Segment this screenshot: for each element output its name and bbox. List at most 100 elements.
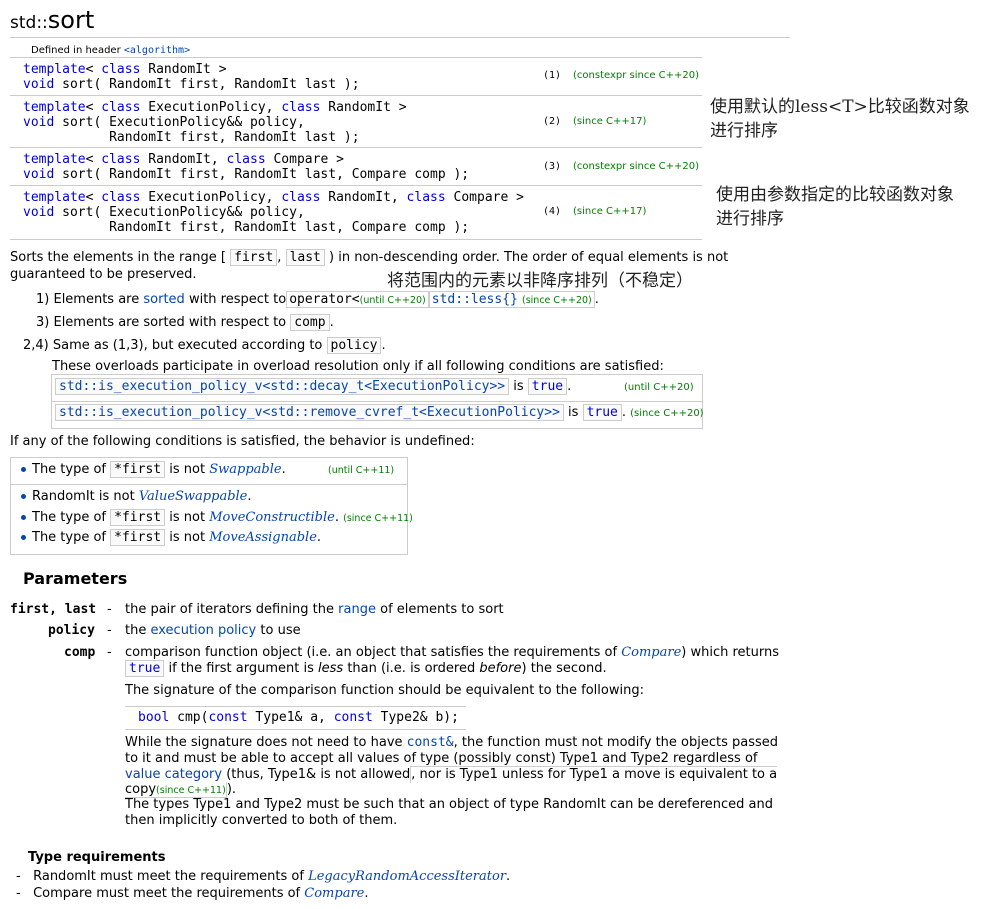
req-period: . — [364, 886, 369, 901]
code-policy: policy — [326, 337, 382, 354]
bullet-icon — [21, 535, 26, 540]
link-sorted[interactable]: sorted — [143, 292, 184, 307]
code-bool: bool — [138, 710, 170, 725]
desc-text: ) in non-descending order. The order of … — [329, 250, 729, 265]
link-compare[interactable]: Compare — [621, 645, 681, 660]
ub-text: is not — [169, 462, 206, 477]
link-compare-req[interactable]: Compare — [304, 886, 364, 901]
desc-item-3: 3) Elements are sorted with respect to c… — [36, 314, 334, 331]
desc-item-1: 1) Elements are sorted with respect to op… — [36, 291, 599, 308]
code-last: last — [285, 249, 325, 266]
decl-3-note: (constexpr since C++20) — [573, 161, 700, 172]
version-box-operator: operator<(until C++20) — [286, 291, 429, 308]
desc-comma: , — [277, 250, 282, 265]
note-since-cpp11: (since C++11) — [156, 785, 226, 796]
param-text: comparison function object (i.e. an obje… — [125, 645, 618, 660]
code-const: const — [333, 710, 373, 725]
type-requirements-heading: Type requirements — [28, 850, 166, 865]
param-comp-types-line2: then implicitly converted to both of the… — [125, 813, 398, 828]
conditions-divider — [51, 401, 702, 402]
link-moveconstructible[interactable]: MoveConstructible — [209, 510, 335, 525]
param-text: , nor is Type1 unless for Type1 a move i… — [411, 767, 778, 782]
code-comp: comp — [290, 314, 330, 331]
ub-item-swappable: The type of *first is not Swappable. — [21, 461, 286, 478]
decl-rule-2 — [10, 147, 702, 148]
ub-item-valueswappable: RandomIt is not ValueSwappable. — [21, 489, 252, 504]
decl-2-num: (2) — [543, 116, 562, 127]
param-comp-note-line4: copy(since C++11)). — [125, 782, 237, 798]
code-deref-first: *first — [110, 509, 166, 526]
decl-rule-1 — [10, 95, 702, 96]
param-comp-note-line2: to it and must be able to accept all val… — [125, 751, 758, 766]
decl-3-num: (3) — [543, 161, 562, 172]
header-link[interactable]: <algorithm> — [124, 45, 190, 56]
header-note-text: Defined in header — [31, 45, 124, 56]
type-req-randomit: - RandomIt must meet the requirements of… — [16, 869, 510, 884]
condition-2-note: (since C++20) — [630, 408, 704, 419]
version-box: , nor is Type1 unless for Type1 a move i… — [410, 766, 778, 783]
annotation-nondescending: 将范围内的元素以非降序排列（不稳定） — [387, 271, 693, 291]
title-prefix: std:: — [10, 13, 48, 33]
ub-text: is not — [169, 530, 206, 545]
param-first-last-desc: the pair of iterators defining the range… — [125, 602, 504, 617]
decl-4-num: (4) — [543, 206, 562, 217]
link-std-less[interactable]: std::less{} — [432, 292, 518, 307]
ub-text: The type of — [32, 530, 107, 545]
decl-2-note: (since C++17) — [573, 116, 647, 127]
version-box-stdless: std::less{} (since C++20) — [428, 291, 595, 308]
param-text: (thus, Type1& is not allowed — [226, 767, 411, 782]
code-true: true — [527, 378, 568, 395]
desc-line-1: Sorts the elements in the range [ first,… — [10, 249, 729, 266]
req-text: RandomIt must meet the requirements of — [33, 869, 304, 884]
decl-3-code: template< class RandomIt, class Compare … — [23, 152, 470, 182]
code-type1: Type1& a, — [247, 710, 334, 725]
decl-2-code: template< class ExecutionPolicy, class R… — [23, 100, 407, 145]
link-legacy-random-access-iterator[interactable]: LegacyRandomAccessIterator — [308, 869, 506, 884]
param-text: to use — [260, 623, 301, 638]
ub-text: RandomIt is not — [32, 489, 135, 504]
annotation-custom-compare: 使用由参数指定的比较函数对象 进行排序 — [716, 183, 954, 231]
desc-text: Sorts the elements in the range [ — [10, 250, 226, 265]
annotation-2-line1: 使用由参数指定的比较函数对象 — [716, 185, 954, 205]
req-text: Compare must meet the requirements of — [33, 886, 301, 901]
param-text: if the first argument is — [168, 661, 314, 676]
bullet-icon — [21, 515, 26, 520]
link-const-ref[interactable]: const& — [407, 735, 454, 750]
code-is-execution-policy-remove-cvref[interactable]: std::is_execution_policy_v<std::remove_c… — [55, 404, 564, 421]
condition-1-note: (until C++20) — [624, 382, 694, 393]
link-valueswappable[interactable]: ValueSwappable — [139, 489, 248, 504]
ub-text: The type of — [32, 462, 107, 477]
link-range[interactable]: range — [338, 602, 376, 617]
link-moveassignable[interactable]: MoveAssignable — [209, 530, 317, 545]
code-true: true — [125, 660, 165, 677]
param-comp-types-line1: The types Type1 and Type2 must be such t… — [125, 797, 774, 812]
parameters-heading: Parameters — [23, 569, 128, 588]
note-since-cpp20: (since C++20) — [522, 295, 592, 306]
link-execution-policy[interactable]: execution policy — [150, 623, 256, 638]
code-type2: Type2& b); — [372, 710, 459, 725]
desc-item-24: 2,4) Same as (1,3), but executed accordi… — [23, 337, 386, 354]
param-comp-note-line1: While the signature does not need to hav… — [125, 735, 778, 750]
param-text: ). — [226, 782, 237, 797]
param-text: While the signature does not need to hav… — [125, 735, 403, 750]
param-text: ) the second. — [521, 661, 607, 676]
link-value-category[interactable]: value category — [125, 767, 222, 782]
ub-item-moveconstructible: The type of *first is not MoveConstructi… — [21, 509, 413, 526]
header-note: Defined in header <algorithm> — [31, 45, 190, 56]
link-swappable[interactable]: Swappable — [209, 462, 281, 477]
annotation-1-line2: 进行排序 — [710, 121, 778, 141]
decl-rule-3 — [10, 185, 702, 186]
page-title: std::sort — [10, 6, 94, 34]
code-is-execution-policy-decay[interactable]: std::is_execution_policy_v<std::decay_t<… — [55, 378, 510, 395]
cond-is: is — [513, 379, 524, 394]
ub-note-until-cpp11: (until C++11) — [328, 465, 395, 476]
param-text: , the function must not modify the objec… — [453, 735, 779, 750]
decl-rule-4 — [10, 239, 702, 240]
condition-1: std::is_execution_policy_v<std::decay_t<… — [55, 378, 571, 395]
ub-text: The type of — [32, 510, 107, 525]
decl-1-num: (1) — [543, 70, 562, 81]
param-dash: - — [107, 602, 112, 617]
item-text: Same as (1,3), but executed according to — [52, 338, 323, 353]
decl-4-note: (since C++17) — [573, 206, 647, 217]
emphasis-less: less — [318, 661, 344, 676]
